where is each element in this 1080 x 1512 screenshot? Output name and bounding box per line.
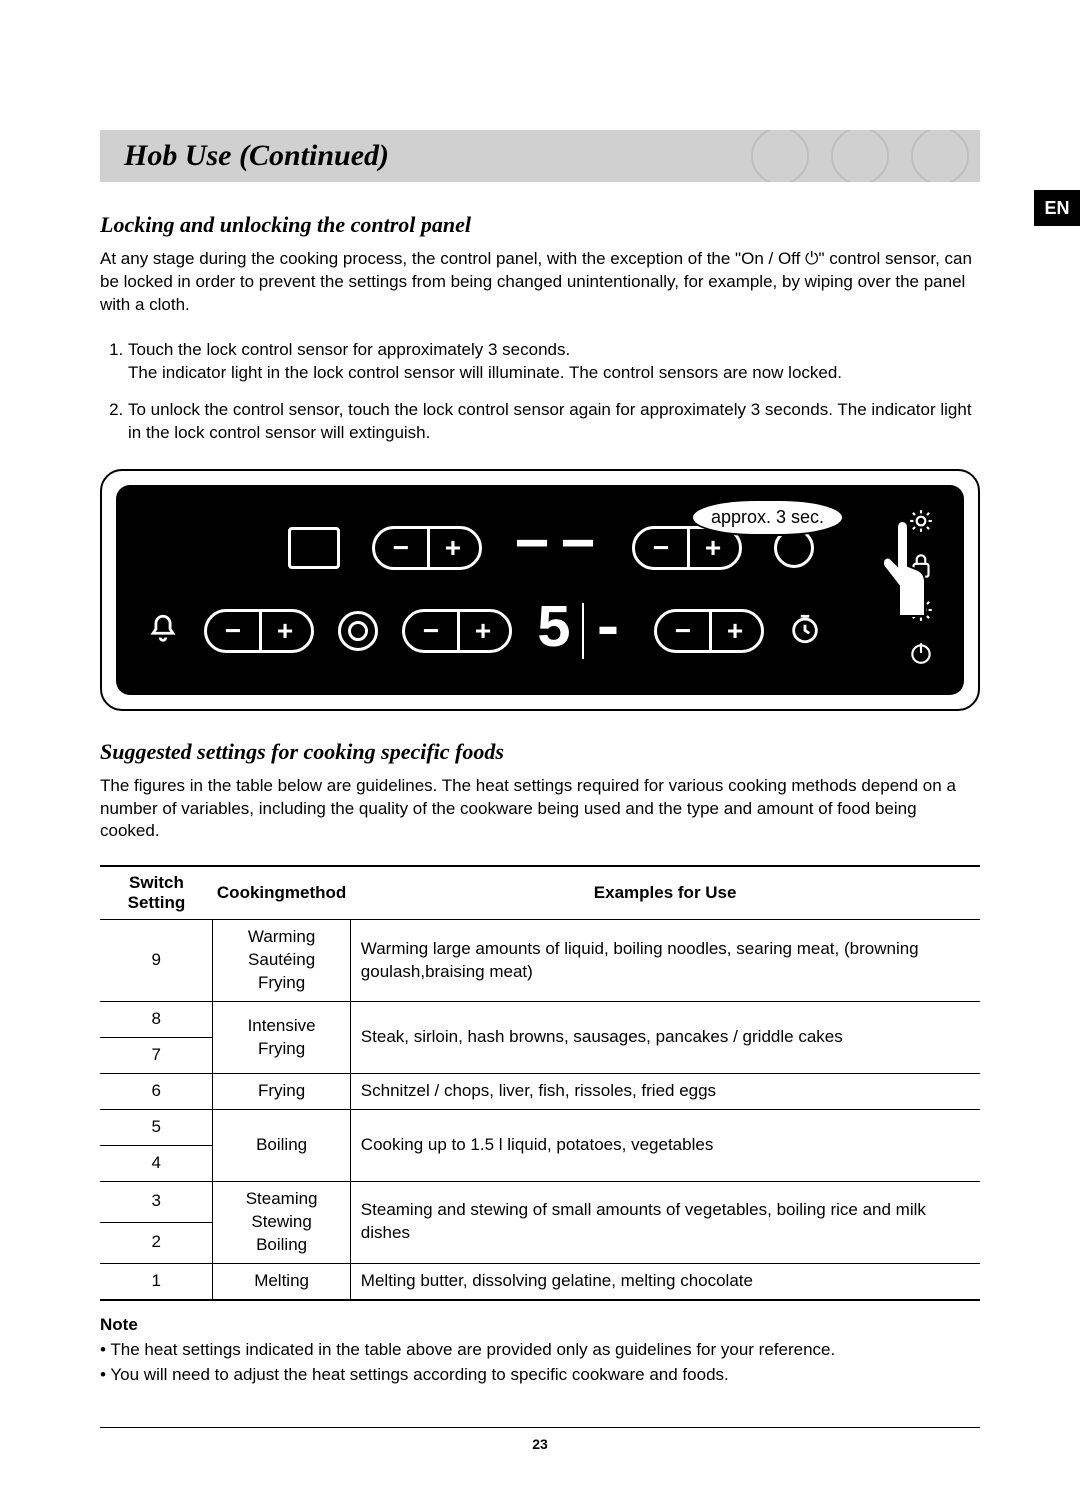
cell-setting: 2 — [100, 1222, 213, 1263]
table-row: 3Steaming Stewing BoilingSteaming and st… — [100, 1181, 980, 1222]
cell-setting: 4 — [100, 1145, 213, 1181]
cell-method: Melting — [213, 1263, 350, 1299]
page-title: Hob Use (Continued) — [124, 139, 389, 173]
note-heading: Note — [100, 1315, 980, 1335]
cell-method: Frying — [213, 1074, 350, 1110]
settings-table: Switch Setting Cookingmethod Examples fo… — [100, 865, 980, 1300]
control-panel-figure: approx. 3 sec. −+ −− −+ −+ −+ 5 - — [100, 469, 980, 711]
locking-steps: Touch the lock control sensor for approx… — [100, 339, 980, 445]
bell-icon — [146, 612, 180, 651]
clock-icon — [788, 612, 822, 651]
header-decor — [720, 130, 980, 182]
locking-intro-text: At any stage during the cooking process,… — [100, 248, 980, 317]
cell-example: Steak, sirloin, hash browns, sausages, p… — [350, 1002, 980, 1074]
cell-setting: 3 — [100, 1181, 213, 1222]
cell-method: Boiling — [213, 1110, 350, 1182]
adjust-pill: −+ — [402, 609, 512, 653]
adjust-pill: −+ — [204, 609, 314, 653]
table-row: 6FryingSchnitzel / chops, liver, fish, r… — [100, 1074, 980, 1110]
notes-list: The heat settings indicated in the table… — [100, 1339, 980, 1387]
language-badge: EN — [1034, 190, 1080, 226]
table-row: 1MeltingMelting butter, dissolving gelat… — [100, 1263, 980, 1299]
note-item: The heat settings indicated in the table… — [100, 1339, 980, 1362]
cell-method: Warming Sautéing Frying — [213, 920, 350, 1002]
note-item: You will need to adjust the heat setting… — [100, 1364, 980, 1387]
adjust-pill: −+ — [654, 609, 764, 653]
table-header-row: Switch Setting Cookingmethod Examples fo… — [100, 866, 980, 920]
cell-example: Melting butter, dissolving gelatine, mel… — [350, 1263, 980, 1299]
locking-step-2: To unlock the control sensor, touch the … — [128, 399, 980, 445]
cell-setting: 9 — [100, 920, 213, 1002]
panel-row-bottom: −+ −+ 5 - −+ — [146, 597, 934, 665]
locking-step-1: Touch the lock control sensor for approx… — [128, 339, 980, 385]
cell-example: Cooking up to 1.5 l liquid, potatoes, ve… — [350, 1110, 980, 1182]
section-heading-settings: Suggested settings for cooking specific … — [100, 739, 980, 765]
settings-intro-text: The figures in the table below are guide… — [100, 775, 980, 844]
digit-display-top: −− — [514, 514, 600, 582]
cell-setting: 8 — [100, 1002, 213, 1038]
burner-indicator — [288, 527, 340, 569]
hand-pointer-icon — [874, 513, 934, 628]
table-row: 9Warming Sautéing FryingWarming large am… — [100, 920, 980, 1002]
th-method: Cookingmethod — [213, 866, 350, 920]
table-row: 8Intensive FryingSteak, sirloin, hash br… — [100, 1002, 980, 1038]
power-icon — [908, 640, 934, 671]
cell-setting: 5 — [100, 1110, 213, 1146]
th-examples: Examples for Use — [350, 866, 980, 920]
cell-method: Steaming Stewing Boiling — [213, 1181, 350, 1263]
page-number: 23 — [532, 1436, 548, 1452]
cell-example: Schnitzel / chops, liver, fish, rissoles… — [350, 1074, 980, 1110]
cell-setting: 6 — [100, 1074, 213, 1110]
target-icon — [338, 611, 378, 651]
header-band: Hob Use (Continued) — [100, 130, 980, 182]
adjust-pill: −+ — [372, 526, 482, 570]
cell-setting: 7 — [100, 1038, 213, 1074]
table-row: 5BoilingCooking up to 1.5 l liquid, pota… — [100, 1110, 980, 1146]
control-panel: approx. 3 sec. −+ −− −+ −+ −+ 5 - — [116, 485, 964, 695]
page-footer: 23 — [100, 1427, 980, 1452]
th-switch: Switch Setting — [100, 866, 213, 920]
digit-display-main: 5 - — [536, 597, 630, 665]
cell-setting: 1 — [100, 1263, 213, 1299]
cell-example: Steaming and stewing of small amounts of… — [350, 1181, 980, 1263]
cell-method: Intensive Frying — [213, 1002, 350, 1074]
callout-bubble: approx. 3 sec. — [691, 499, 844, 536]
section-heading-locking: Locking and unlocking the control panel — [100, 212, 980, 238]
cell-example: Warming large amounts of liquid, boiling… — [350, 920, 980, 1002]
